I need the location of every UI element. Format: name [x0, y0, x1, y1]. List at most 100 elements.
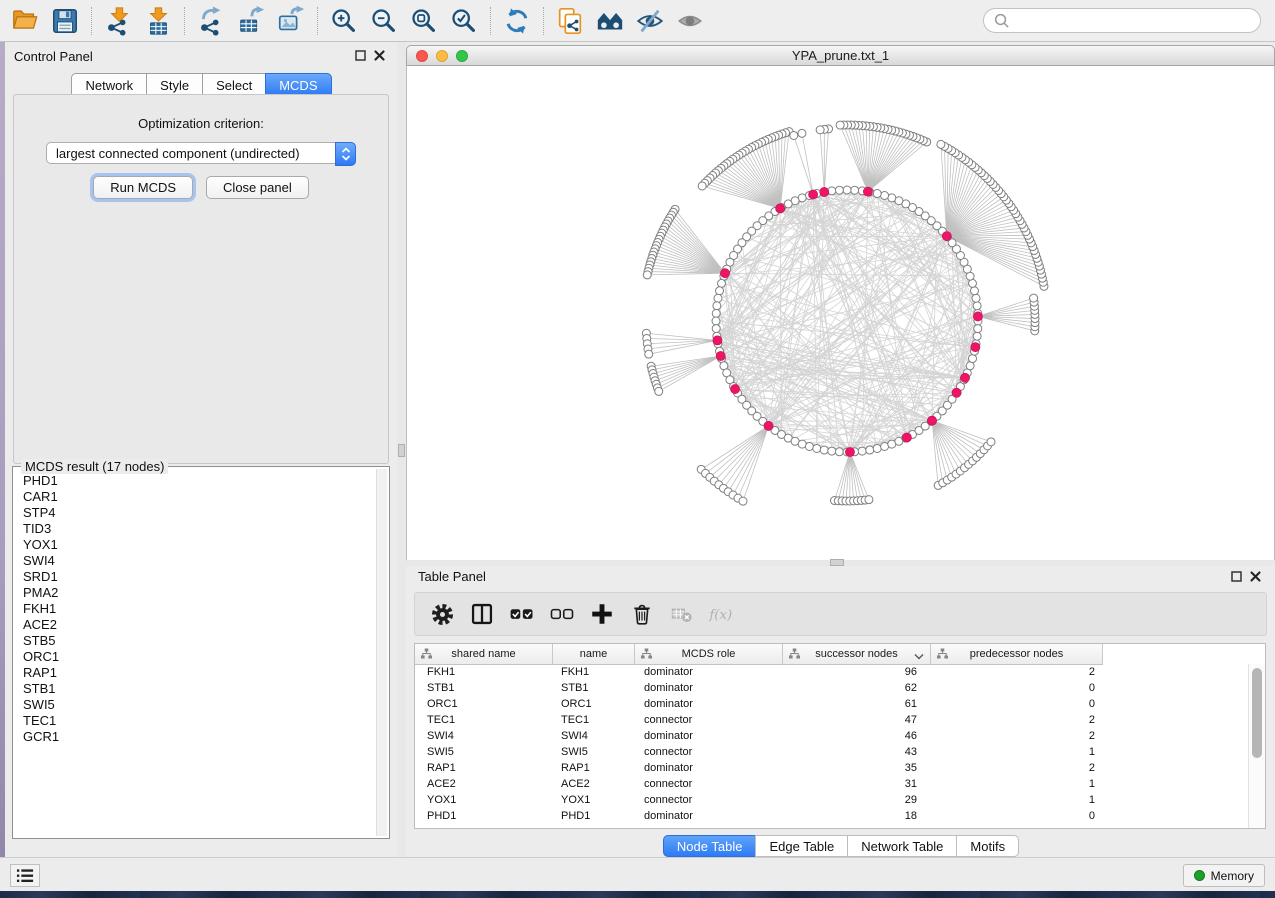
table-row[interactable]: SWI5SWI5connector431: [415, 744, 1249, 760]
table-row[interactable]: RAP1RAP1dominator352: [415, 760, 1249, 776]
table-row[interactable]: PHD1PHD1dominator180: [415, 808, 1249, 824]
table-row[interactable]: ACE2ACE2connector311: [415, 776, 1249, 792]
control-tab-style[interactable]: Style: [146, 73, 203, 96]
mcds-result-item[interactable]: STB1: [23, 681, 376, 697]
float-panel-icon[interactable]: [355, 50, 366, 61]
table-row[interactable]: SWI4SWI4dominator462: [415, 728, 1249, 744]
control-tab-network[interactable]: Network: [71, 73, 147, 96]
delete-column-button[interactable]: [628, 600, 656, 628]
control-tab-select[interactable]: Select: [202, 73, 266, 96]
task-history-button[interactable]: [10, 864, 40, 887]
export-table-button[interactable]: [234, 4, 268, 38]
graph-node[interactable]: [843, 186, 851, 194]
mcds-result-item[interactable]: YOX1: [23, 537, 376, 553]
table-tab-network-table[interactable]: Network Table: [847, 835, 957, 857]
graph-node[interactable]: [645, 350, 653, 358]
graph-hub-node[interactable]: [720, 269, 729, 278]
close-panel-button[interactable]: Close panel: [206, 176, 309, 199]
graph-hub-node[interactable]: [973, 312, 982, 321]
graph-node[interactable]: [790, 131, 798, 139]
zoom-selected-button[interactable]: [447, 4, 481, 38]
show-all-button[interactable]: [673, 4, 707, 38]
show-columns-button[interactable]: [468, 600, 496, 628]
search-input[interactable]: [1010, 13, 1251, 29]
column-header-successor-nodes[interactable]: successor nodes: [783, 644, 931, 664]
graph-hub-node[interactable]: [927, 416, 936, 425]
graph-node[interactable]: [828, 447, 836, 455]
graph-hub-node[interactable]: [820, 187, 829, 196]
close-panel-icon[interactable]: [374, 50, 385, 61]
graph-node[interactable]: [712, 309, 720, 317]
graph-hub-node[interactable]: [713, 336, 722, 345]
graph-node[interactable]: [973, 302, 981, 310]
graph-node[interactable]: [1030, 294, 1038, 302]
graph-node[interactable]: [972, 294, 980, 302]
graph-node[interactable]: [873, 190, 881, 198]
export-image-button[interactable]: [274, 4, 308, 38]
graph-node[interactable]: [873, 444, 881, 452]
graph-node[interactable]: [739, 497, 747, 505]
table-tab-node-table[interactable]: Node Table: [663, 835, 757, 857]
graph-node[interactable]: [714, 294, 722, 302]
mcds-result-item[interactable]: RAP1: [23, 665, 376, 681]
mcds-result-item[interactable]: STB5: [23, 633, 376, 649]
mcds-result-item[interactable]: GCR1: [23, 729, 376, 745]
memory-button[interactable]: Memory: [1183, 864, 1265, 887]
delete-table-button[interactable]: [668, 600, 696, 628]
graph-hub-node[interactable]: [942, 231, 951, 240]
zoom-in-button[interactable]: [327, 4, 361, 38]
graph-node[interactable]: [987, 438, 995, 446]
mcds-result-item[interactable]: ORC1: [23, 649, 376, 665]
graph-hub-node[interactable]: [808, 190, 817, 199]
graph-hub-node[interactable]: [971, 343, 980, 352]
mcds-result-item[interactable]: PHD1: [23, 473, 376, 489]
table-tab-edge-table[interactable]: Edge Table: [755, 835, 848, 857]
table-settings-button[interactable]: [428, 600, 456, 628]
float-table-panel-icon[interactable]: [1231, 571, 1242, 582]
graph-hub-node[interactable]: [952, 388, 961, 397]
graph-node[interactable]: [835, 186, 843, 194]
mcds-result-item[interactable]: SWI4: [23, 553, 376, 569]
graph-hub-node[interactable]: [902, 433, 911, 442]
graph-node[interactable]: [866, 446, 874, 454]
table-row[interactable]: YOX1YOX1connector291: [415, 792, 1249, 808]
graph-node[interactable]: [970, 287, 978, 295]
first-neighbors-button[interactable]: [593, 4, 627, 38]
graph-hub-node[interactable]: [764, 421, 773, 430]
mcds-result-item[interactable]: SRD1: [23, 569, 376, 585]
control-tab-mcds[interactable]: MCDS: [265, 73, 331, 96]
close-window-icon[interactable]: [416, 50, 428, 62]
column-header-shared-name[interactable]: shared name: [415, 644, 553, 664]
import-table-button[interactable]: [141, 4, 175, 38]
graph-node[interactable]: [820, 446, 828, 454]
table-scrollbar-thumb[interactable]: [1252, 668, 1262, 758]
mcds-result-item[interactable]: ACE2: [23, 617, 376, 633]
criterion-dropdown[interactable]: largest connected component (undirected): [46, 142, 356, 164]
graph-node[interactable]: [973, 332, 981, 340]
add-column-button[interactable]: [588, 600, 616, 628]
table-row[interactable]: TEC1TEC1connector472: [415, 712, 1249, 728]
table-row[interactable]: STB1STB1dominator620: [415, 680, 1249, 696]
graph-node[interactable]: [712, 325, 720, 333]
graph-node[interactable]: [712, 317, 720, 325]
graph-node[interactable]: [865, 496, 873, 504]
table-row[interactable]: FKH1FKH1dominator962: [415, 664, 1249, 680]
horizontal-split-handle[interactable]: [830, 559, 844, 566]
graph-node[interactable]: [698, 182, 706, 190]
import-network-button[interactable]: [101, 4, 135, 38]
graph-node[interactable]: [881, 192, 889, 200]
graph-hub-node[interactable]: [730, 384, 739, 393]
export-network-button[interactable]: [194, 4, 228, 38]
graph-node[interactable]: [643, 271, 651, 279]
table-scrollbar[interactable]: [1248, 664, 1265, 828]
mcds-result-item[interactable]: PMA2: [23, 585, 376, 601]
vertical-split-handle[interactable]: [398, 444, 405, 457]
zoom-fit-button[interactable]: [407, 4, 441, 38]
save-session-button[interactable]: [48, 4, 82, 38]
graph-node[interactable]: [805, 442, 813, 450]
open-file-button[interactable]: [8, 4, 42, 38]
graph-node[interactable]: [836, 121, 844, 129]
deselect-all-button[interactable]: [548, 600, 576, 628]
graph-node[interactable]: [816, 126, 824, 134]
clone-network-button[interactable]: [553, 4, 587, 38]
